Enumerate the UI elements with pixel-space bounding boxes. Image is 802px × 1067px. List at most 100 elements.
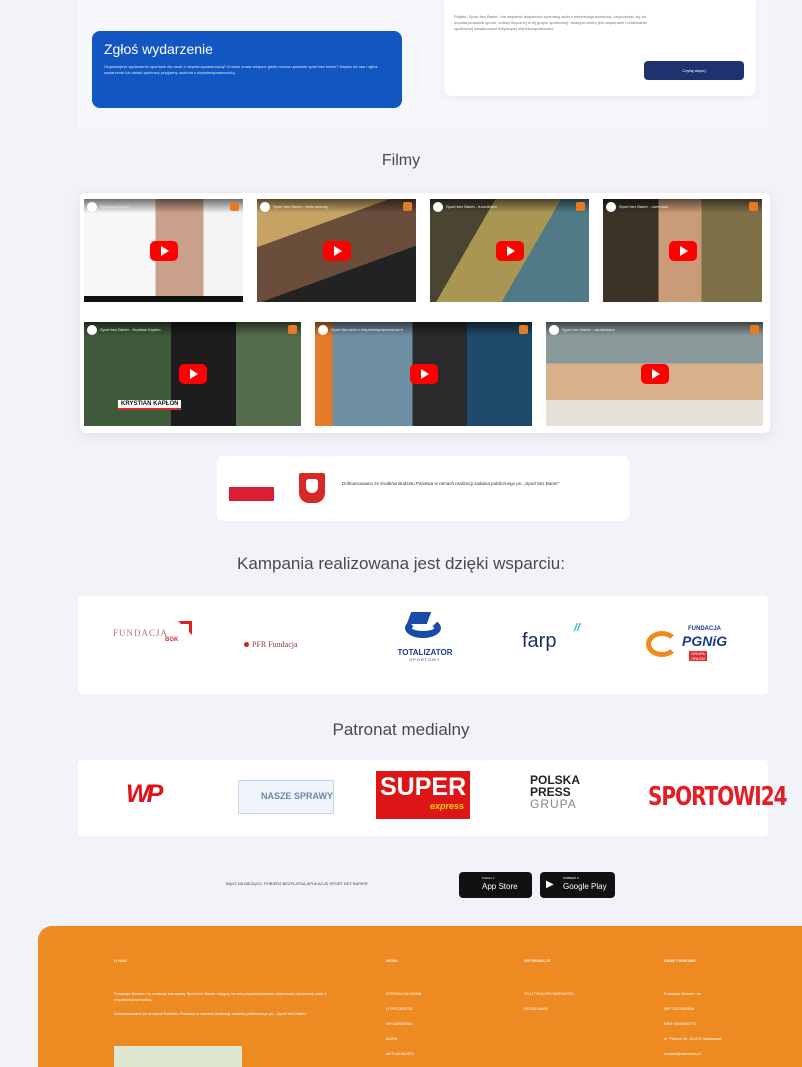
videos-container: Sport bez Barier Sport bez Barier - teni… [80, 193, 770, 433]
nasze-sprawy-logo[interactable]: NASZE SPRAWY [238, 780, 334, 814]
video-thumbnail[interactable]: Sport bez Barier - łucznictwo [430, 199, 589, 302]
brand-logo-icon [576, 202, 585, 211]
logo-text: FUNDACJA [113, 628, 169, 638]
footer-info: INFORMACJE POLITYKA PRYWATNOŚCI REGULAMI… [524, 958, 574, 1021]
logo-text: farp [522, 630, 557, 652]
logo-text: FUNDACJA [688, 626, 721, 632]
footer-text: Dofinansowano ze środków Budżetu Państwa… [114, 1011, 309, 1016]
footer-link[interactable]: STRONA GŁÓWNA [386, 991, 421, 996]
store-label: Google Play [563, 882, 607, 891]
video-thumbnail[interactable]: Sport bez Barier - rozmowa [603, 199, 762, 302]
read-more-button[interactable]: Czytaj więcej [644, 61, 744, 80]
wp-logo[interactable]: WP [126, 780, 163, 809]
footer-heading: O NAS [114, 958, 127, 963]
logo-text: BGK [165, 637, 179, 643]
play-button-icon[interactable] [409, 364, 438, 384]
super-express-logo[interactable]: SUPER express [376, 771, 470, 819]
video-thumbnail[interactable]: Sport bez Barier [84, 199, 243, 302]
sportowi24-logo[interactable]: SPORTOWI24 [648, 780, 788, 814]
map-thumbnail[interactable] [114, 1046, 242, 1067]
report-event-card[interactable]: Zgłoś wydarzenie Organizujesz wydarzenie… [92, 31, 402, 108]
polish-flag-icon [229, 472, 274, 501]
footer-email-link[interactable]: kontakt@nomenin.pl [664, 1051, 721, 1056]
channel-avatar [87, 325, 97, 335]
media-title: Patronat medialny [332, 720, 470, 739]
brand-logo-icon [749, 202, 758, 211]
app-promo-text: BĄDŹ NA BIEŻĄCO, POBIERZ BEZPŁATNĄ APLIK… [226, 881, 368, 886]
play-button-icon[interactable] [640, 364, 669, 384]
logo-text: TOTALIZATOR [397, 648, 453, 657]
footer: O NAS Fundacja Nomen i In realizuje kamp… [38, 926, 802, 1067]
logo-text: SUPER [380, 773, 467, 801]
report-event-title: Zgłoś wydarzenie [104, 41, 213, 57]
logo-text: express [430, 801, 465, 811]
video-title: Sport bez Barier - Krystian Kapłon [100, 327, 161, 332]
video-thumbnail[interactable]: Sport bez Barier - Krystian Kapłon KRYST… [84, 322, 301, 426]
footer-text: ul. Piękna 49, 00-672 Warszawa [664, 1036, 722, 1041]
footer-link[interactable]: AKTUALNOŚCI [386, 1051, 421, 1056]
app-store-button[interactable]: Pobierz z App Store [459, 872, 532, 898]
fundacja-bgk-logo[interactable]: FUNDACJA BGK [113, 621, 192, 643]
funding-text: Dofinansowano ze środków Budżetu Państwa… [342, 481, 560, 486]
logo-text: SPORTOWI24 [648, 780, 788, 812]
video-title: Sport dla osób z niepełnosprawnościami [331, 327, 403, 332]
media-band: WP NASZE SPRAWY SUPER express POLSKA PRE… [78, 760, 788, 836]
play-button-icon[interactable] [495, 240, 524, 261]
brand-logo-icon [519, 325, 528, 334]
logo-text: PFR Fundacja [252, 640, 298, 649]
video-title: Sport bez Barier [100, 204, 129, 209]
totalizator-sportowy-logo[interactable]: TOTALIZATOR SPORTOWY [384, 612, 466, 662]
video-thumbnail[interactable]: Sport bez Barier - tenis stołowy [257, 199, 416, 302]
footer-link[interactable]: REGULAMIN [524, 1006, 574, 1011]
funding-box: Dofinansowano ze środków Budżetu Państwa… [217, 456, 629, 521]
video-thumbnail[interactable]: Sport bez Barier - wioślarstwo [546, 322, 763, 426]
footer-text: NIP 7010263456 [664, 1006, 694, 1011]
caption-name: KRYSTIAN KAPŁON [118, 400, 182, 410]
brand-logo-icon [288, 325, 297, 334]
store-small-text: POBIERZ Z [563, 876, 579, 880]
logo-text: PGNiG [682, 633, 728, 649]
project-info-card: Projekt „Sport bez Barier" ma wspierać a… [444, 0, 756, 96]
footer-company: DANE FIRMOWE Fundacja Nomen i In NIP 701… [664, 958, 721, 1066]
channel-avatar [433, 202, 443, 212]
farp-logo[interactable]: farp // [522, 622, 580, 653]
footer-text: Fundacja Nomen i In [664, 991, 701, 996]
play-button-icon[interactable] [322, 240, 351, 261]
brand-logo-icon [230, 202, 239, 211]
play-button-icon[interactable] [668, 240, 697, 261]
google-play-button[interactable]: ▶ POBIERZ Z Google Play [540, 872, 615, 898]
play-button-icon[interactable] [178, 364, 207, 384]
logo-text: GRUPA [530, 797, 577, 811]
channel-avatar [260, 202, 270, 212]
footer-link[interactable]: POLITYKA PRYWATNOŚCI [524, 991, 574, 996]
report-event-text: Organizujesz wydarzenie sportowe dla osó… [104, 64, 378, 75]
video-title: Sport bez Barier - wioślarstwo [562, 327, 616, 332]
store-label: App Store [482, 882, 518, 891]
footer-link[interactable]: WYDARZENIA [386, 1021, 421, 1026]
brand-logo-icon [750, 325, 759, 334]
video-title: Sport bez Barier - łucznictwo [446, 204, 497, 209]
channel-avatar [87, 202, 97, 212]
video-thumbnail[interactable]: Sport dla osób z niepełnosprawnościami [315, 322, 532, 426]
brand-logo-icon [403, 202, 412, 211]
polska-press-logo[interactable]: POLSKA PRESS GRUPA [530, 774, 580, 810]
pfr-fundacja-logo[interactable]: PFR Fundacja [244, 640, 298, 649]
project-info-text: Projekt „Sport bez Barier" ma wspierać a… [454, 14, 647, 31]
sponsors-band: FUNDACJA BGK PFR Fundacja TOTALIZATOR SP… [78, 596, 768, 694]
video-title: Sport bez Barier - tenis stołowy [273, 204, 329, 209]
polish-emblem-icon [299, 473, 325, 503]
logo-text: NASZE SPRAWY [261, 791, 334, 801]
channel-avatar [318, 325, 328, 335]
google-play-icon: ▶ [546, 879, 554, 890]
play-button-icon[interactable] [149, 240, 178, 261]
footer-text: Fundacja Nomen i In realizuje kampanię S… [114, 991, 327, 1002]
sponsors-title: Kampania realizowana jest dzięki wsparci… [237, 554, 565, 573]
logo-text: GRUPA ORLEN [689, 651, 707, 661]
footer-link[interactable]: O PROJEKCIE [386, 1006, 421, 1011]
channel-avatar [549, 325, 559, 335]
films-title: Filmy [381, 152, 421, 169]
footer-heading: INFORMACJE [524, 958, 551, 963]
video-title: Sport bez Barier - rozmowa [619, 204, 668, 209]
footer-link[interactable]: MAPA [386, 1036, 421, 1041]
logo-text: SPORTOWY [409, 657, 441, 662]
